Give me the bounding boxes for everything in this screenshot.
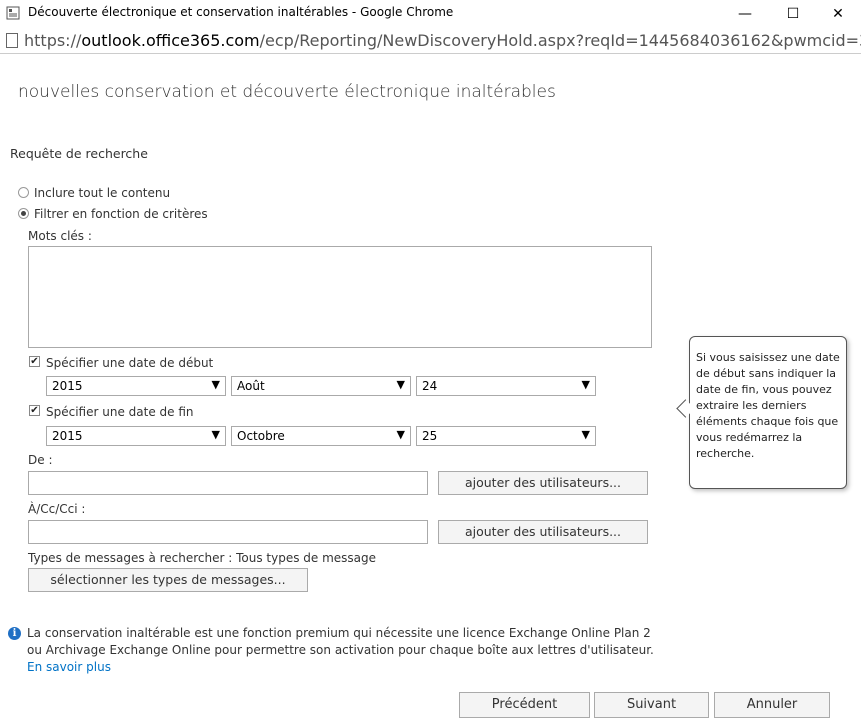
learn-more-link[interactable]: En savoir plus — [27, 660, 111, 674]
chevron-down-icon: ▼ — [396, 428, 405, 441]
end-month-select[interactable]: Octobre ▼ — [231, 426, 411, 446]
from-label: De : — [28, 453, 53, 467]
chevron-down-icon: ▼ — [396, 378, 405, 391]
to-cc-bcc-input[interactable] — [28, 520, 428, 544]
start-month-select[interactable]: Août ▼ — [231, 376, 411, 396]
chevron-down-icon: ▼ — [211, 428, 220, 441]
maximize-button[interactable]: ☐ — [770, 0, 816, 27]
start-date-checkbox[interactable]: ✔ — [29, 356, 40, 367]
minimize-button[interactable]: — — [722, 0, 768, 27]
keywords-textarea[interactable] — [28, 246, 652, 348]
chevron-down-icon: ▼ — [211, 378, 220, 391]
from-input[interactable] — [28, 471, 428, 495]
premium-info-text: La conservation inaltérable est une fonc… — [27, 626, 654, 674]
info-icon: i — [8, 627, 21, 640]
start-year-select[interactable]: 2015 ▼ — [46, 376, 226, 396]
section-title: Requête de recherche — [10, 146, 148, 161]
maximize-icon: ☐ — [786, 5, 800, 22]
add-users-to-button[interactable]: ajouter des utilisateurs... — [438, 520, 648, 544]
end-date-checkbox[interactable]: ✔ — [29, 405, 40, 416]
app-page-icon — [6, 6, 20, 20]
keywords-label: Mots clés : — [28, 229, 92, 243]
minimize-icon: — — [738, 5, 752, 22]
radio-include-all[interactable] — [18, 187, 29, 198]
end-day-select[interactable]: 25 ▼ — [416, 426, 596, 446]
radio-include-all-label: Inclure tout le contenu — [34, 186, 171, 200]
close-icon: ✕ — [832, 5, 844, 22]
chevron-down-icon: ▼ — [581, 378, 590, 391]
help-tooltip-text: Si vous saisissez une date de début sans… — [696, 351, 840, 460]
radio-filter-criteria-label: Filtrer en fonction de critères — [34, 207, 208, 221]
end-date-label: Spécifier une date de fin — [46, 405, 194, 419]
previous-button[interactable]: Précédent — [459, 692, 590, 718]
end-year-select[interactable]: 2015 ▼ — [46, 426, 226, 446]
start-day-select[interactable]: 24 ▼ — [416, 376, 596, 396]
next-button[interactable]: Suivant — [594, 692, 709, 718]
cancel-button[interactable]: Annuler — [714, 692, 830, 718]
page-title: nouvelles conservation et découverte éle… — [18, 82, 556, 102]
message-types-label: Types de messages à rechercher : Tous ty… — [28, 551, 377, 565]
to-cc-bcc-label: À/Cc/Cci : — [28, 502, 86, 516]
page-icon — [6, 33, 18, 48]
add-users-from-button[interactable]: ajouter des utilisateurs... — [438, 471, 648, 495]
select-message-types-button[interactable]: sélectionner les types de messages... — [28, 568, 308, 592]
close-window-button[interactable]: ✕ — [815, 0, 861, 27]
radio-filter-criteria[interactable] — [18, 208, 29, 219]
url-text[interactable]: https://outlook.office365.com/ecp/Report… — [24, 31, 861, 50]
start-date-label: Spécifier une date de début — [46, 356, 214, 370]
chevron-down-icon: ▼ — [581, 428, 590, 441]
window-title: Découverte électronique et conservation … — [28, 5, 454, 19]
